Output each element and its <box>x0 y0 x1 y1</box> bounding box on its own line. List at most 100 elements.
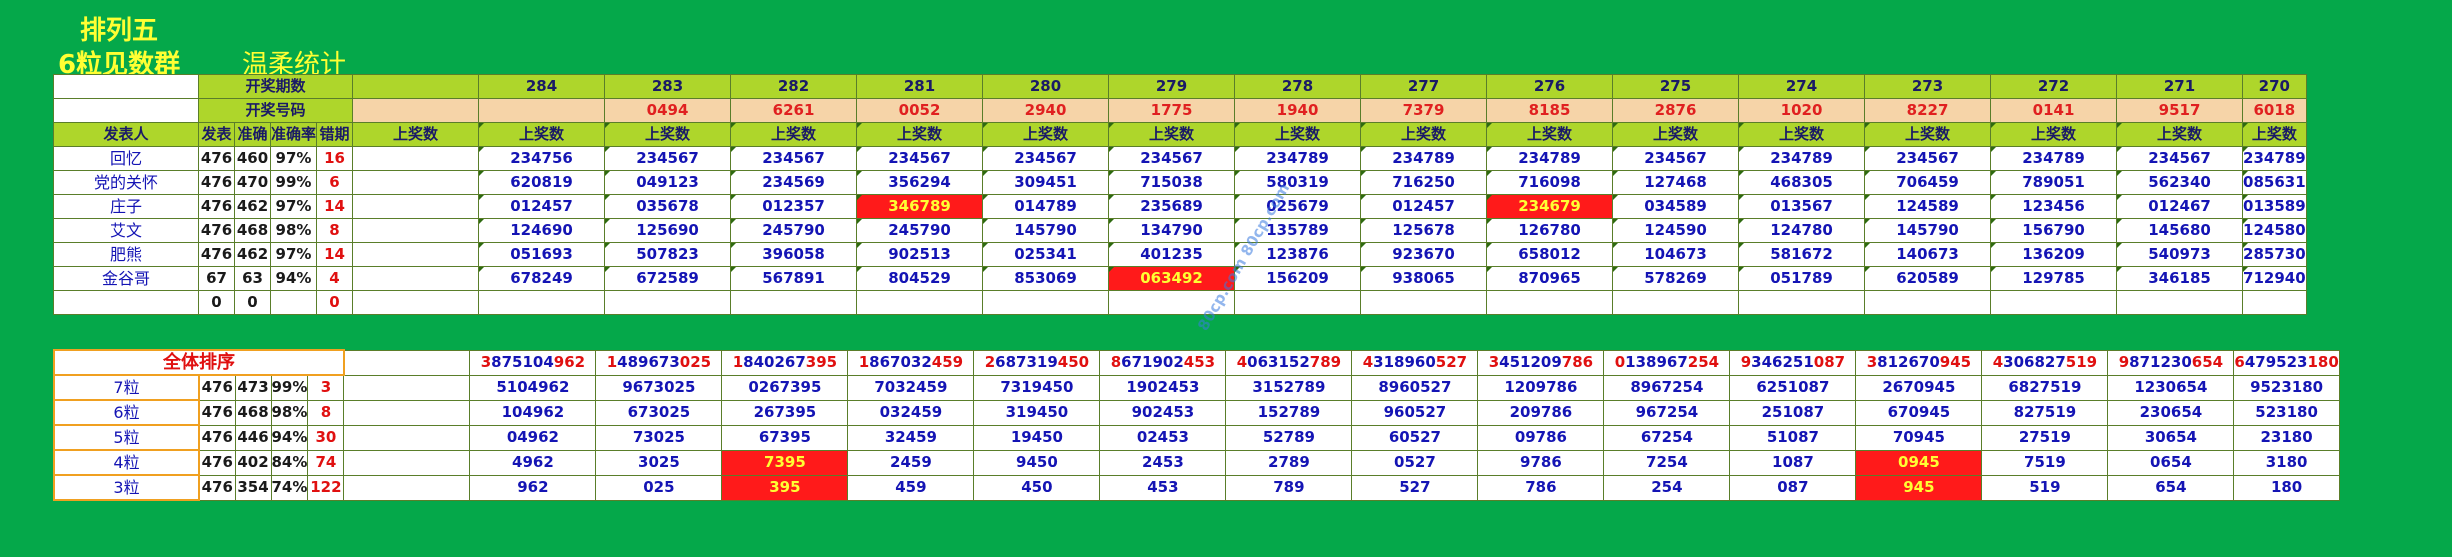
prediction-value: 012457 <box>1360 194 1488 219</box>
miss-count: 16 <box>316 146 354 171</box>
upcount-header: 上奖数 <box>2116 122 2244 147</box>
prediction-value: 134790 <box>1108 218 1236 243</box>
prediction-value: 234789 <box>1738 146 1866 171</box>
miss-count: 8 <box>307 399 345 426</box>
group-name: 4粒 <box>53 449 200 476</box>
table-row: 6粒 476 468 98% 8 104962 673025 267395 032459 3194… <box>53 399 2340 426</box>
rank-mid-digits: 479523 <box>2244 353 2308 371</box>
prediction-value: 396058 <box>730 242 858 267</box>
miss-count: 3 <box>307 374 345 401</box>
acc-count: 468 <box>234 218 271 243</box>
prediction-value: 127468 <box>1612 170 1740 195</box>
rank-full-value: 9346251087 <box>1729 349 1857 376</box>
rank-lead-digit: 3 <box>480 353 492 371</box>
rank-tail-digits: 786 <box>1561 353 1594 371</box>
prediction-value: 234569 <box>730 170 858 195</box>
group-value: 180 <box>2233 474 2340 501</box>
rank-lead-digit: 4 <box>1362 353 1374 371</box>
prediction-value: 309451 <box>982 170 1110 195</box>
acc-count: 470 <box>234 170 271 195</box>
pub-count: 476 <box>198 242 235 267</box>
draw-number: 6018 <box>2242 98 2307 123</box>
group-name: 6粒 <box>53 399 200 426</box>
group-value: 786 <box>1477 474 1605 501</box>
group-value: 319450 <box>973 399 1101 426</box>
rank-lead-digit: 3 <box>1866 353 1878 371</box>
acc-rate: 98% <box>270 399 309 426</box>
period-number: 275 <box>1612 74 1740 99</box>
table-row: 4粒 476 402 84% 74 4962 3025 7395 2459 9450 2453 278… <box>53 449 2340 476</box>
period-number: 276 <box>1486 74 1614 99</box>
prediction-value: 245790 <box>856 218 984 243</box>
table-row: 肥熊 476 462 97% 14 051693 507823 396058 902513 025… <box>53 242 2307 267</box>
prediction-value: 401235 <box>1108 242 1236 267</box>
rate-header: 准确率 <box>269 122 318 147</box>
rank-tail-digits: 519 <box>2065 353 2098 371</box>
rank-full-value: 3875104962 <box>469 349 597 376</box>
acc-rate: 97% <box>269 242 318 267</box>
prediction-value: 923670 <box>1360 242 1488 267</box>
group-value: 23180 <box>2233 424 2340 451</box>
group-value: 0267395 <box>721 374 849 401</box>
pub-count: 476 <box>198 218 235 243</box>
upcount-header: 上奖数 <box>1864 122 1992 147</box>
rank-lead-digit: 3 <box>1488 353 1500 371</box>
group-value: 523180 <box>2233 399 2340 426</box>
rank-full-value: 0138967254 <box>1603 349 1731 376</box>
table-row: 金谷哥 67 63 94% 4 678249 672589 567891 804529 85306… <box>53 266 2307 291</box>
prediction-value: 235689 <box>1108 194 1236 219</box>
prediction-value: 870965 <box>1486 266 1614 291</box>
corner-cell <box>53 74 199 99</box>
rank-lead-digit: 1 <box>732 353 744 371</box>
period-number: 274 <box>1738 74 1866 99</box>
upcount-cell <box>352 146 480 171</box>
table-row: 庄子 476 462 97% 14 012457 035678 012357 346789 014… <box>53 194 2307 219</box>
upcount-cell <box>352 218 480 243</box>
miss-count: 0 <box>316 290 354 315</box>
prediction-value: 715038 <box>1108 170 1236 195</box>
group-value: 230654 <box>2107 399 2235 426</box>
draw-number: 8227 <box>1864 98 1992 123</box>
publisher-name: 金谷哥 <box>53 266 199 291</box>
rank-full-value: 9871230654 <box>2107 349 2235 376</box>
prediction-value: 126780 <box>1486 218 1614 243</box>
upcount-cell <box>343 399 471 426</box>
group-value: 254 <box>1603 474 1731 501</box>
group-value: 251087 <box>1729 399 1857 426</box>
miss-count: 6 <box>316 170 354 195</box>
prediction-value: 234567 <box>730 146 858 171</box>
draw-number: 7379 <box>1360 98 1488 123</box>
group-value: 209786 <box>1477 399 1605 426</box>
upcount-header: 上奖数 <box>1738 122 1866 147</box>
miss-count: 122 <box>307 474 345 501</box>
draw-number: 1020 <box>1738 98 1866 123</box>
prediction-value: 789051 <box>1990 170 2118 195</box>
group-value: 104962 <box>469 399 597 426</box>
upcount-header: 上奖数 <box>2242 122 2307 147</box>
prediction-value: 145680 <box>2116 218 2244 243</box>
acc-count: 462 <box>234 194 271 219</box>
draw-number: 8185 <box>1486 98 1614 123</box>
rank-tail-digits: 450 <box>1057 353 1090 371</box>
empty-cell <box>1360 290 1488 315</box>
rank-full-value: 1489673025 <box>595 349 723 376</box>
pub-count: 476 <box>198 424 236 451</box>
upcount-cell <box>343 449 471 476</box>
group-value: 7319450 <box>973 374 1101 401</box>
publisher-name: 庄子 <box>53 194 199 219</box>
pub-header: 发表 <box>198 122 235 147</box>
prediction-value: 507823 <box>604 242 732 267</box>
period-number: 281 <box>856 74 984 99</box>
prediction-value: 540973 <box>2116 242 2244 267</box>
prediction-value: 578269 <box>1612 266 1740 291</box>
group-value: 2453 <box>1099 449 1227 476</box>
publisher-header: 发表人 <box>53 122 199 147</box>
empty-cell <box>982 290 1110 315</box>
prediction-value: 853069 <box>982 266 1110 291</box>
pub-count: 476 <box>198 449 236 476</box>
table-row: 回忆 476 460 97% 16 234756 234567 234567 234567 234… <box>53 146 2307 171</box>
prediction-value: 234567 <box>982 146 1110 171</box>
rank-full-value: 6479523180 <box>2233 349 2340 376</box>
rank-lead-digit: 6 <box>2234 353 2245 371</box>
group-value: 70945 <box>1855 424 1983 451</box>
